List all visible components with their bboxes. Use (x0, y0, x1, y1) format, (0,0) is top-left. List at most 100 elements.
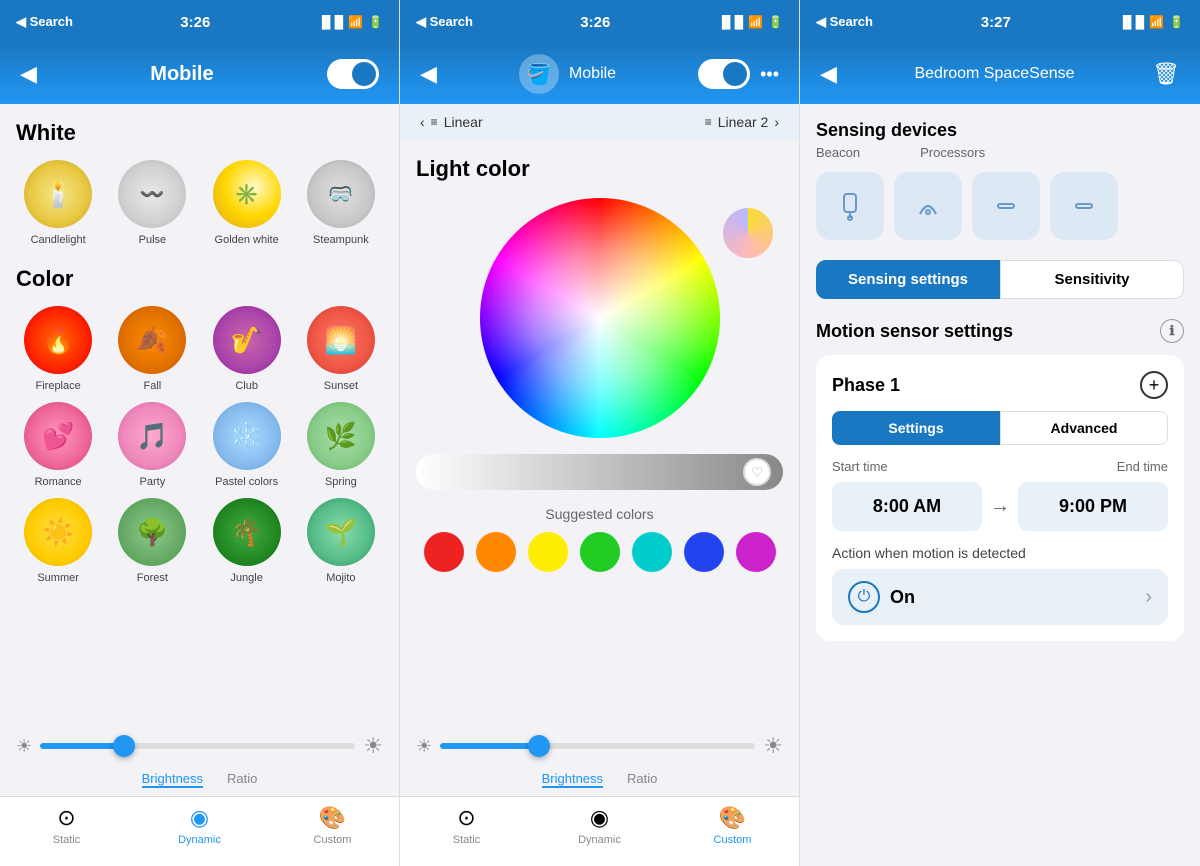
brightness-thumb-2[interactable] (528, 735, 550, 757)
search-link-1[interactable]: ◀ Search (16, 14, 73, 30)
mojito-label: Mojito (326, 572, 355, 584)
steampunk-icon[interactable]: 🥽 (307, 160, 375, 228)
back-button-1[interactable]: ◀ (20, 61, 37, 87)
summer-icon[interactable]: ☀️ (24, 498, 92, 566)
color-dot-cyan[interactable] (632, 532, 672, 572)
color-dot-yellow[interactable] (528, 532, 568, 572)
ratio-tab-1[interactable]: Ratio (227, 771, 257, 788)
brightness-slider-1[interactable] (40, 743, 355, 749)
add-phase-button[interactable]: + (1140, 371, 1168, 399)
list-item[interactable]: 🎵 Party (110, 402, 194, 488)
sun-large-icon-2: ☀ (763, 733, 783, 759)
mojito-icon[interactable]: 🌱 (307, 498, 375, 566)
party-icon[interactable]: 🎵 (118, 402, 186, 470)
fall-icon[interactable]: 🍂 (118, 306, 186, 374)
color-wheel[interactable] (480, 198, 720, 438)
color-dot-green[interactable] (580, 532, 620, 572)
club-icon[interactable]: 🎷 (213, 306, 281, 374)
back-button-3[interactable]: ◀ (820, 61, 837, 87)
nav-right[interactable]: ≡ Linear 2 › (705, 114, 779, 130)
start-time-box[interactable]: 8:00 AM (832, 482, 982, 531)
processor1-icon[interactable] (972, 172, 1040, 240)
chevron-left-icon: ‹ (420, 114, 425, 130)
spring-icon[interactable]: 🌿 (307, 402, 375, 470)
sensitivity-tab[interactable]: Sensitivity (1000, 260, 1184, 299)
sunset-label: Sunset (324, 380, 358, 392)
candlelight-icon[interactable]: 🕯️ (24, 160, 92, 228)
saturation-thumb[interactable]: ♡ (743, 458, 771, 486)
color-preview (723, 208, 773, 258)
fireplace-icon[interactable]: 🔥 (24, 306, 92, 374)
search-link-3[interactable]: ◀ Search (816, 14, 873, 30)
brightness-tab-1[interactable]: Brightness (142, 771, 203, 788)
list-item[interactable]: 🌳 Forest (110, 498, 194, 584)
signal-icon-1: ▐▌█ (318, 15, 344, 29)
beacon-signal-icon[interactable] (894, 172, 962, 240)
color-dot-magenta[interactable] (736, 532, 776, 572)
romance-icon[interactable]: 💕 (24, 402, 92, 470)
on-button[interactable]: ⏻ On › (832, 569, 1168, 625)
back-button-2[interactable]: ◀ (420, 61, 437, 87)
status-bar-2: ◀ Search 3:26 ▐▌█ 📶 🔋 (400, 0, 799, 44)
tab-dynamic-1[interactable]: ◉ Dynamic (133, 805, 266, 846)
end-time-box[interactable]: 9:00 PM (1018, 482, 1168, 531)
back-search-3[interactable]: ◀ Search (816, 14, 873, 30)
list-item[interactable]: ☀️ Summer (16, 498, 100, 584)
list-item[interactable]: 🌴 Jungle (205, 498, 289, 584)
search-link-2[interactable]: ◀ Search (416, 14, 473, 30)
goldenwhite-icon[interactable]: ✳️ (213, 160, 281, 228)
power-circle-icon: ⏻ (848, 581, 880, 613)
tab-custom-1[interactable]: 🎨 Custom (266, 805, 399, 846)
list-item[interactable]: 🥽 Steampunk (299, 160, 383, 246)
on-btn-left: ⏻ On (848, 581, 915, 613)
panel1: ◀ Search 3:26 ▐▌█ 📶 🔋 ◀ Mobile White 🕯️ … (0, 0, 400, 866)
processor2-icon[interactable] (1050, 172, 1118, 240)
delete-button[interactable]: 🗑 (1152, 61, 1180, 87)
back-search-2[interactable]: ◀ Search (416, 14, 473, 30)
list-item[interactable]: ✳️ Golden white (205, 160, 289, 246)
list-item[interactable]: 🔥 Fireplace (16, 306, 100, 392)
signal-icon-2: ▐▌█ (718, 15, 744, 29)
sunset-icon[interactable]: 🌅 (307, 306, 375, 374)
tab-static-2[interactable]: ⊙ Static (400, 805, 533, 846)
list-item[interactable]: 🕯️ Candlelight (16, 160, 100, 246)
power-toggle-2[interactable] (698, 59, 750, 89)
nav-left[interactable]: ‹ ≡ Linear (420, 114, 483, 130)
list-item[interactable]: 🌅 Sunset (299, 306, 383, 392)
list-item[interactable]: 〰️ Pulse (110, 160, 194, 246)
back-search-1[interactable]: ◀ Search (16, 14, 73, 30)
romance-label: Romance (35, 476, 82, 488)
list-item[interactable]: 🌿 Spring (299, 402, 383, 488)
pastel-label: Pastel colors (215, 476, 278, 488)
ratio-tab-2[interactable]: Ratio (627, 771, 657, 788)
more-btn[interactable]: ••• (760, 64, 779, 85)
tab-static-1[interactable]: ⊙ Static (0, 805, 133, 846)
pastel-icon[interactable]: ❄️ (213, 402, 281, 470)
color-dot-orange[interactable] (476, 532, 516, 572)
list-item[interactable]: 💕 Romance (16, 402, 100, 488)
brightness-tab-2[interactable]: Brightness (542, 771, 603, 788)
brightness-slider-2[interactable] (440, 743, 755, 749)
advanced-tab[interactable]: Advanced (1000, 411, 1168, 445)
saturation-bar[interactable]: ♡ (416, 454, 783, 490)
info-icon[interactable]: ℹ (1160, 319, 1184, 343)
power-toggle-1[interactable] (327, 59, 379, 89)
brightness-fill-2 (440, 743, 535, 749)
list-item[interactable]: ❄️ Pastel colors (205, 402, 289, 488)
list-item[interactable]: 🌱 Mojito (299, 498, 383, 584)
sensing-settings-tab[interactable]: Sensing settings (816, 260, 1000, 299)
on-text: On (890, 587, 915, 608)
custom-label-2: Custom (714, 834, 752, 846)
brightness-thumb-1[interactable] (113, 735, 135, 757)
jungle-icon[interactable]: 🌴 (213, 498, 281, 566)
settings-tab[interactable]: Settings (832, 411, 1000, 445)
color-dot-blue[interactable] (684, 532, 724, 572)
list-item[interactable]: 🎷 Club (205, 306, 289, 392)
tab-dynamic-2[interactable]: ◉ Dynamic (533, 805, 666, 846)
color-dot-red[interactable] (424, 532, 464, 572)
pulse-icon[interactable]: 〰️ (118, 160, 186, 228)
forest-icon[interactable]: 🌳 (118, 498, 186, 566)
tab-custom-2[interactable]: 🎨 Custom (666, 805, 799, 846)
list-item[interactable]: 🍂 Fall (110, 306, 194, 392)
beacon-device-icon[interactable] (816, 172, 884, 240)
